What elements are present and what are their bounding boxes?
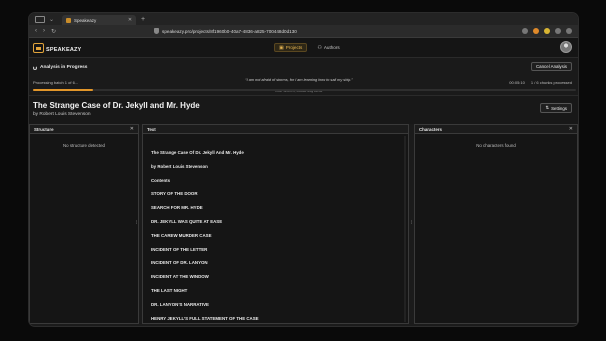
text-line: INCIDENT OF THE LETTER: [151, 246, 208, 252]
avatar[interactable]: [560, 41, 572, 53]
chunk-counter: 1 / 6 chunks processed: [530, 80, 572, 85]
settings-button[interactable]: ⇅ Settings: [540, 103, 572, 113]
text-content[interactable]: The Strange Case Of Dr. Jekyll And Mr. H…: [143, 134, 408, 326]
analysis-status: Processing batch 1 of 6...: [33, 80, 79, 85]
logo-icon: [33, 42, 44, 53]
structure-empty-message: No structure detected: [63, 143, 105, 148]
book-title: The Strange Case of Dr. Jekyll and Mr. H…: [33, 101, 200, 110]
menu-icon[interactable]: [566, 28, 572, 34]
text-pane-title: Text: [147, 126, 156, 132]
forward-icon[interactable]: ›: [43, 28, 45, 34]
text-line: by Robert Louis Stevenson: [151, 163, 208, 169]
structure-pane: Structure ✕ No structure detected: [29, 124, 139, 324]
app-header: SPEAKEAZY ▣ Projects ⚇ Authors: [29, 38, 578, 58]
sidebar-icon[interactable]: [555, 28, 561, 34]
browser-window: ⌄ Speakeazy ✕ + ‹ › ↻ speakeazy.pro/proj…: [28, 12, 579, 327]
resize-handle-left[interactable]: ⁞: [136, 220, 137, 226]
structure-pane-title: Structure: [34, 126, 54, 132]
text-line: The Strange Case Of Dr. Jekyll And Mr. H…: [151, 150, 244, 155]
browser-tab[interactable]: Speakeazy ✕: [62, 15, 137, 25]
book-header: The Strange Case of Dr. Jekyll and Mr. H…: [29, 96, 578, 124]
url-text: speakeazy.pro/projects/8f1960b0-40a7-483…: [162, 28, 297, 34]
logo[interactable]: SPEAKEAZY: [33, 42, 81, 53]
nav-authors[interactable]: ⚇ Authors: [313, 43, 343, 52]
favicon-icon: [66, 17, 72, 23]
text-line: SEARCH FOR MR. HYDE: [151, 205, 203, 211]
settings-label: Settings: [551, 105, 567, 111]
progress-bar: [33, 89, 576, 91]
brave-shield-icon[interactable]: [533, 28, 539, 34]
text-line: Contents: [151, 177, 171, 183]
reload-icon[interactable]: ↻: [51, 28, 56, 35]
scrollbar[interactable]: [404, 136, 406, 322]
sliders-icon: ⇅: [545, 105, 550, 110]
sidebar-toggle-icon[interactable]: [35, 15, 45, 23]
extension-icon[interactable]: [544, 28, 550, 34]
share-icon[interactable]: [522, 28, 528, 34]
text-line: DR. JEKYLL WAS QUITE AT EASE: [151, 218, 223, 224]
nav-projects[interactable]: ▣ Projects: [274, 43, 308, 52]
eta-timer: 00:05:10: [509, 80, 525, 85]
users-icon: ⚇: [317, 44, 322, 51]
resize-handle-right[interactable]: ⁞: [411, 220, 412, 226]
back-icon[interactable]: ‹: [35, 28, 37, 34]
logo-text: SPEAKEAZY: [46, 47, 82, 53]
cancel-analysis-button[interactable]: Cancel Analysis: [531, 62, 572, 71]
characters-pane-title: Characters: [419, 126, 442, 132]
text-line: INCIDENT OF DR. LANYON: [151, 260, 208, 266]
spinner-icon: [33, 65, 37, 70]
text-line: THE CAREW MURDER CASE: [151, 232, 212, 238]
site-info-icon[interactable]: [154, 28, 160, 34]
chevron-down-icon[interactable]: ⌄: [49, 16, 54, 23]
close-icon[interactable]: ✕: [569, 126, 573, 132]
analysis-panel: Analysis in Progress Cancel Analysis Pro…: [29, 58, 578, 96]
text-line: DR. LANYON’S NARRATIVE: [151, 301, 209, 307]
close-icon[interactable]: ✕: [130, 126, 134, 132]
text-line: INCIDENT AT THE WINDOW: [151, 274, 209, 280]
nav-authors-label: Authors: [323, 45, 340, 50]
text-pane: Text The Strange Case Of Dr. Jekyll And …: [142, 124, 409, 324]
quote-text: “I am not afraid of storms, for I am lea…: [245, 78, 353, 82]
new-tab-icon[interactable]: +: [141, 16, 145, 23]
editor-panes: Structure ✕ No structure detected ⁞ Text…: [29, 124, 578, 324]
close-tab-icon[interactable]: ✕: [128, 17, 132, 23]
url-field[interactable]: speakeazy.pro/projects/8f1960b0-40a7-483…: [62, 27, 522, 36]
characters-pane: Characters ✕ No characters found: [414, 124, 578, 324]
text-line: STORY OF THE DOOR: [151, 191, 198, 197]
tab-bar: ⌄ Speakeazy ✕ +: [29, 13, 578, 25]
book-author: by Robert Louis Stevenson: [33, 112, 91, 117]
nav-projects-label: Projects: [285, 45, 303, 50]
folder-icon: ▣: [279, 44, 284, 51]
tab-title: Speakeazy: [74, 17, 97, 23]
text-line: THE LAST NIGHT: [151, 287, 188, 293]
analysis-title: Analysis in Progress: [40, 65, 88, 70]
progress-fill: [33, 89, 93, 91]
address-bar: ‹ › ↻ speakeazy.pro/projects/8f1960b0-40…: [29, 25, 578, 38]
text-line: HENRY JEKYLL’S FULL STATEMENT OF THE CAS…: [151, 315, 259, 321]
characters-empty-message: No characters found: [476, 143, 516, 148]
